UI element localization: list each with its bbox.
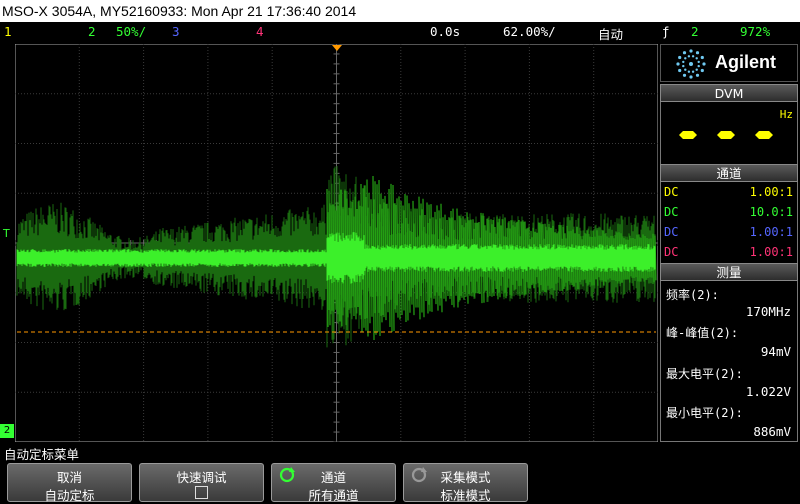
time-delay[interactable]: 0.0s [430,24,460,39]
channel-row-4[interactable]: DC 1.00:1 [664,243,793,262]
agilent-spark-icon [676,49,706,79]
trigger-level-marker[interactable]: T [3,227,10,240]
channels-softkey[interactable]: 通道 所有通道 [271,463,396,503]
waveform-display[interactable] [15,44,658,442]
measurements-panel: 频率(2): 170MHz 峰-峰值(2): 94mV 最大电平(2): 1.0… [660,281,798,442]
measurement-value: 94mV [760,344,791,359]
brand-name: Agilent [715,52,776,72]
ch2-coupling: DC [664,205,679,219]
ch1-indicator[interactable]: 1 [4,24,12,39]
softkey-label: 取消 [56,470,82,485]
menu-title: 自动定标菜单 [4,447,80,462]
measurement-value: 170MHz [745,304,791,319]
channels-panel: DC 1.00:1 DC 10.0:1 DC 1.00:1 DC 1.00:1 [660,182,798,264]
softkey-sublabel: 标准模式 [440,488,491,503]
softkey-sublabel: 自动定标 [44,488,95,503]
measurements-header[interactable]: 测量 [660,263,798,281]
ch2-probe-ratio: 10.0:1 [749,205,793,219]
window-title: MSO-X 3054A, MY52160933: Mon Apr 21 17:3… [0,0,800,22]
time-scale[interactable]: 62.00%/ [503,24,556,39]
channel-row-1[interactable]: DC 1.00:1 [664,183,793,202]
fast-debug-checkbox[interactable] [195,486,208,499]
ch1-probe-ratio: 1.00:1 [749,185,793,199]
dvm-header[interactable]: DVM [660,84,798,102]
measurement-label: 频率(2): [666,288,719,302]
ch4-coupling: DC [664,245,679,259]
ch2-indicator[interactable]: 2 [88,24,96,39]
measurement-label: 峰-峰值(2): [666,326,739,340]
measurement-value: 1.022V [745,384,791,399]
acquire-mode-softkey[interactable]: 采集模式 标准模式 [403,463,528,503]
measurement-value: 886mV [753,424,791,439]
dvm-panel: Hz [660,102,798,164]
status-bar: 1 2 50%/ 3 4 0.0s 62.00%/ 自动 ƒ 2 972% [0,22,800,42]
ch1-coupling: DC [664,185,679,199]
brand-logo: Agilent [660,44,798,82]
trigger-edge-icon: ƒ [662,24,670,39]
ch4-probe-ratio: 1.00:1 [749,245,793,259]
measurement-label: 最大电平(2): [666,367,743,381]
softkey-label: 通道 [320,470,346,485]
softkey-label: 快速调试 [176,470,227,485]
cancel-autoscale-softkey[interactable]: 取消 自动定标 [7,463,132,503]
measurement-label: 最小电平(2): [666,406,743,420]
sidebar: Agilent DVM Hz 通道 DC 1.00:1 DC 10.0:1 DC… [660,44,800,442]
ch4-indicator[interactable]: 4 [256,24,264,39]
softkey-label: 采集模式 [440,470,491,485]
fast-debug-softkey[interactable]: 快速调试 [139,463,264,502]
trigger-mode[interactable]: 自动 [598,24,623,43]
ch3-coupling: DC [664,225,679,239]
ch3-probe-ratio: 1.00:1 [749,225,793,239]
ch2-scale: 50%/ [116,24,147,39]
ch3-indicator[interactable]: 3 [172,24,180,39]
trigger-level[interactable]: 972% [740,24,770,39]
softkey-sublabel: 所有通道 [308,488,359,503]
dvm-readout [679,131,773,139]
channel-row-2[interactable]: DC 10.0:1 [664,203,793,222]
channels-header[interactable]: 通道 [660,164,798,182]
ch2-ground-marker[interactable]: 2 [0,424,14,438]
trigger-source[interactable]: 2 [691,24,699,39]
channel-row-3[interactable]: DC 1.00:1 [664,223,793,242]
